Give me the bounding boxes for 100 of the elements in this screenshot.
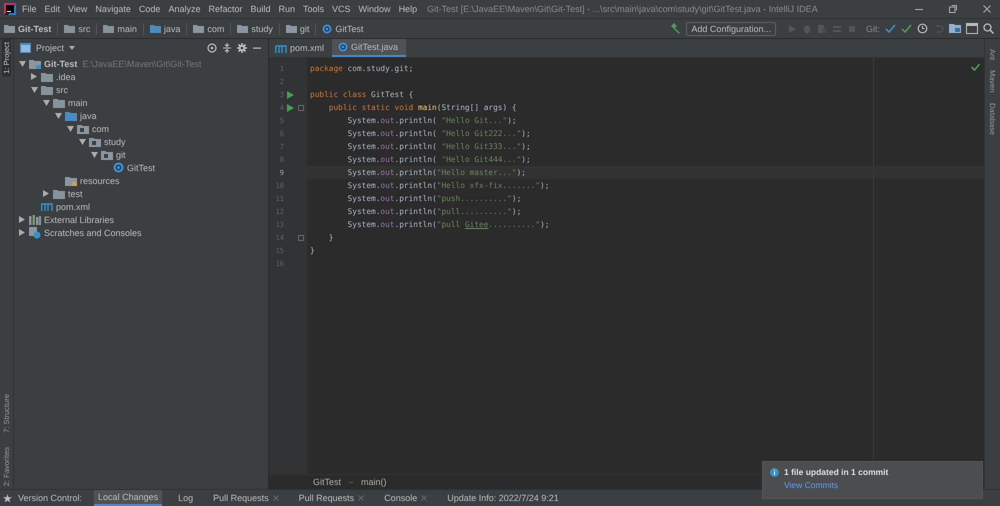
locate-icon[interactable] bbox=[207, 43, 217, 53]
tree-item[interactable]: test bbox=[68, 188, 83, 198]
breadcrumb[interactable]: GitTest bbox=[313, 477, 342, 487]
folder-icon bbox=[65, 176, 77, 186]
menu-item[interactable]: View bbox=[68, 4, 88, 14]
folder-icon bbox=[237, 24, 248, 33]
expanded-arrow-icon[interactable] bbox=[42, 100, 50, 106]
panel-title[interactable]: Project bbox=[36, 43, 64, 53]
expanded-arrow-icon[interactable] bbox=[90, 152, 98, 158]
hammer-icon[interactable] bbox=[670, 23, 682, 34]
tree-item[interactable]: pom.xml bbox=[56, 202, 90, 212]
folder-icon bbox=[4, 24, 15, 33]
settings-icon[interactable] bbox=[237, 43, 247, 53]
menu-item[interactable]: Run bbox=[278, 4, 296, 14]
layout-icon[interactable] bbox=[966, 23, 978, 34]
tree-item[interactable]: Scratches and Consoles bbox=[44, 228, 142, 238]
tool-window-tab[interactable]: Log bbox=[174, 490, 198, 506]
menu-item[interactable]: Navigate bbox=[95, 4, 131, 14]
app-logo-icon bbox=[4, 3, 16, 15]
breadcrumb[interactable]: study bbox=[251, 24, 273, 34]
libraries-icon bbox=[29, 214, 41, 224]
tree-item[interactable]: resources bbox=[80, 176, 120, 186]
dropdown-caret-icon[interactable] bbox=[69, 46, 76, 50]
collapsed-arrow-icon[interactable] bbox=[43, 190, 49, 197]
collapse-all-icon[interactable] bbox=[222, 43, 232, 53]
tool-window-tab[interactable]: Local Changes bbox=[94, 490, 162, 506]
view-commits-link[interactable]: View Commits bbox=[784, 480, 838, 490]
menu-item[interactable]: Refactor bbox=[208, 4, 242, 14]
tree-item[interactable]: git bbox=[116, 150, 126, 160]
breadcrumb[interactable]: main() bbox=[361, 477, 387, 487]
menu-item[interactable]: Help bbox=[398, 4, 418, 14]
menu-item[interactable]: VCS bbox=[332, 4, 351, 14]
project-view-icon bbox=[20, 43, 31, 53]
tree-item[interactable]: .idea bbox=[56, 72, 76, 82]
tree-item[interactable]: java bbox=[80, 110, 97, 120]
tool-window-tab[interactable]: Console bbox=[380, 490, 432, 506]
project-structure-icon[interactable] bbox=[949, 23, 961, 34]
tree-item[interactable]: com bbox=[92, 124, 110, 134]
menu-item[interactable]: Code bbox=[138, 4, 160, 14]
folder-icon bbox=[286, 24, 297, 33]
folder-icon bbox=[41, 72, 53, 82]
tool-window-label: Version Control: bbox=[18, 493, 82, 503]
module-icon bbox=[29, 58, 41, 68]
tree-item[interactable]: main bbox=[68, 98, 88, 108]
breadcrumb[interactable]: com bbox=[207, 24, 224, 34]
path-hint: E:\JavaEE\Maven\Git\Git-Test bbox=[82, 58, 202, 68]
menu-item[interactable]: File bbox=[22, 4, 37, 14]
checkmark-icon bbox=[971, 63, 980, 71]
folder-icon bbox=[53, 188, 65, 198]
expanded-arrow-icon[interactable] bbox=[30, 86, 38, 92]
update-project-icon[interactable] bbox=[885, 23, 896, 34]
search-icon[interactable] bbox=[983, 23, 994, 34]
folder-icon bbox=[101, 150, 113, 160]
tree-item[interactable]: External Libraries bbox=[44, 214, 114, 224]
breadcrumb[interactable]: java bbox=[164, 24, 180, 34]
tree-item[interactable]: GitTest bbox=[127, 162, 156, 172]
folder-icon bbox=[53, 98, 65, 108]
menu-item[interactable]: Edit bbox=[44, 4, 60, 14]
folder-icon bbox=[65, 110, 77, 120]
expanded-arrow-icon[interactable] bbox=[18, 60, 26, 66]
run-icon[interactable] bbox=[286, 104, 294, 112]
history-clock-icon[interactable] bbox=[917, 23, 928, 34]
editor-tab[interactable]: pom.xml bbox=[269, 39, 332, 57]
tree-item[interactable]: study bbox=[104, 136, 126, 146]
expanded-arrow-icon[interactable] bbox=[66, 126, 74, 132]
folder-icon bbox=[77, 124, 89, 134]
maven-file-icon bbox=[41, 202, 53, 211]
window-title: Git-Test [E:\JavaEE\Maven\Git\Git-Test] - ...\src\main\java\com\study\git\GitTest.java - IntelliJ IDEA bbox=[427, 4, 819, 14]
tree-item[interactable]: src bbox=[56, 84, 68, 94]
collapsed-arrow-icon[interactable] bbox=[19, 229, 25, 236]
tree-item[interactable]: Git-Test bbox=[44, 58, 78, 68]
menu-item[interactable]: Build bbox=[250, 4, 270, 14]
editor-tab[interactable]: GitTest.java bbox=[332, 39, 406, 57]
class-icon bbox=[113, 162, 124, 173]
expanded-arrow-icon[interactable] bbox=[78, 138, 86, 144]
folder-icon bbox=[150, 24, 161, 33]
folder-icon bbox=[41, 84, 53, 94]
breadcrumb[interactable]: src bbox=[78, 24, 90, 34]
breadcrumb[interactable]: Git-Test bbox=[18, 24, 52, 34]
tool-window-tab[interactable]: Pull Requests bbox=[209, 490, 283, 506]
info-icon bbox=[770, 468, 779, 476]
breadcrumb[interactable]: main bbox=[117, 24, 137, 34]
collapsed-arrow-icon[interactable] bbox=[31, 73, 37, 80]
breadcrumb[interactable]: GitTest bbox=[335, 24, 364, 34]
class-icon bbox=[338, 42, 348, 52]
tool-window-tab[interactable]: Pull Requests bbox=[294, 490, 368, 506]
collapsed-arrow-icon[interactable] bbox=[19, 216, 25, 223]
run-configuration-button[interactable]: Add Configuration... bbox=[686, 22, 776, 36]
git-label: Git: bbox=[866, 24, 880, 34]
run-icon[interactable] bbox=[286, 90, 294, 98]
commit-check-icon[interactable] bbox=[901, 23, 912, 34]
tool-window-tab[interactable]: Update Info: 2022/7/24 9:21 bbox=[443, 490, 563, 506]
star-icon[interactable] bbox=[3, 494, 12, 502]
expanded-arrow-icon[interactable] bbox=[54, 112, 62, 118]
breadcrumb[interactable]: git bbox=[300, 24, 310, 34]
menu-item[interactable]: Analyze bbox=[168, 4, 200, 14]
restore-icon[interactable] bbox=[948, 4, 958, 14]
menu-item[interactable]: Window bbox=[358, 4, 391, 14]
close-icon[interactable] bbox=[982, 4, 992, 14]
menu-item[interactable]: Tools bbox=[303, 4, 324, 14]
